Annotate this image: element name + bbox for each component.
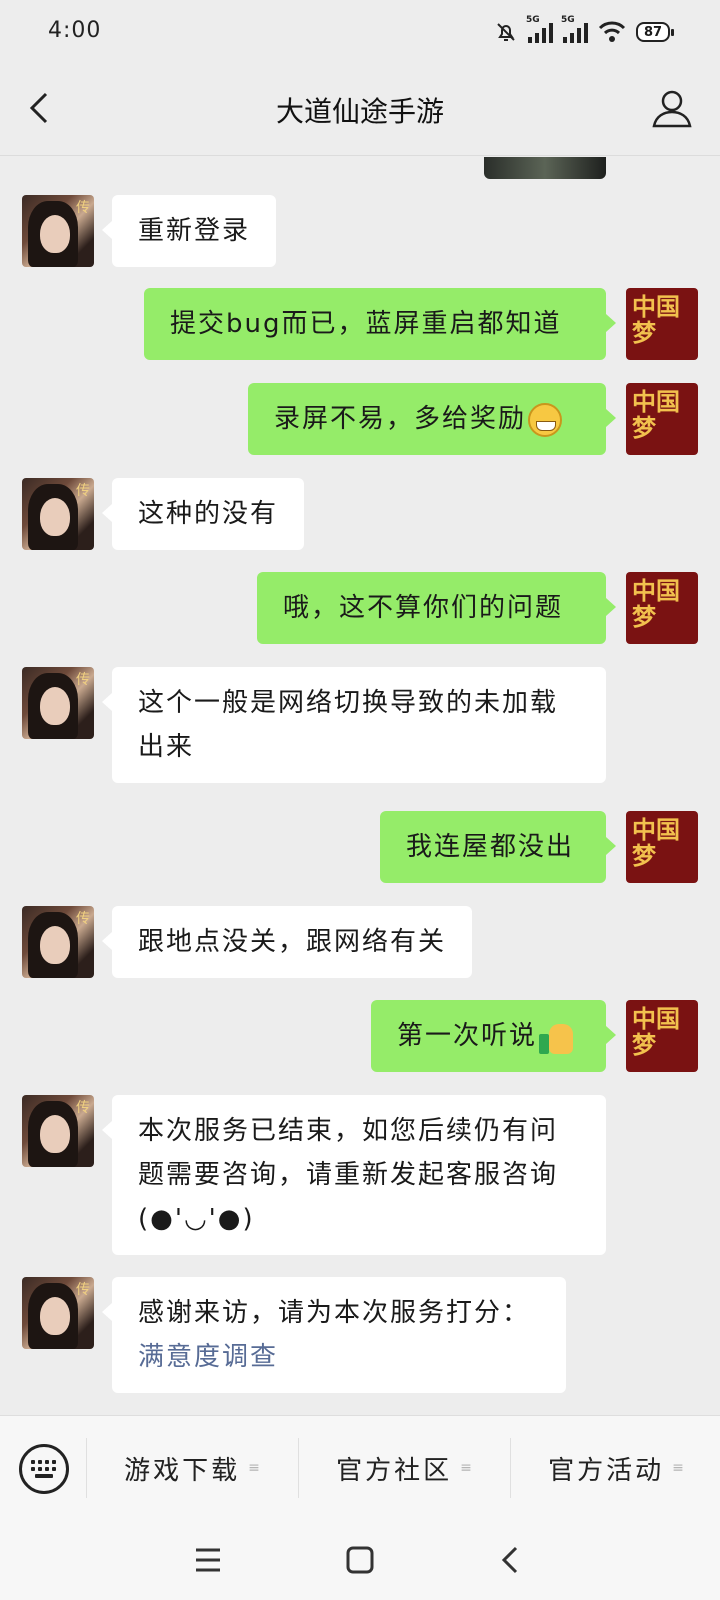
message-bubble[interactable]: 哦，这不算你们的问题 <box>257 572 616 644</box>
message-bubble[interactable]: 跟地点没关，跟网络有关 <box>101 906 473 978</box>
recent-apps-icon[interactable] <box>188 1542 228 1578</box>
agent-avatar[interactable]: 传 <box>22 478 94 550</box>
menu-item-label: 游戏下载 <box>124 1455 241 1486</box>
message-bubble[interactable]: 重新登录 <box>101 195 277 267</box>
message-text: 哦，这不算你们的问题 <box>283 593 564 623</box>
menu-divider <box>510 1438 511 1498</box>
user-avatar[interactable]: 中国梦 <box>626 383 698 455</box>
message-text: 本次服务已结束，如您后续仍有问 <box>138 1116 559 1146</box>
menu-item-label: 官方社区 <box>336 1455 453 1486</box>
message-text: 这种的没有 <box>138 499 279 529</box>
message-bubble[interactable]: 本次服务已结束，如您后续仍有问 题需要咨询，请重新发起客服咨询 (●'◡'●) <box>102 1095 606 1255</box>
message-bubble[interactable]: 提交bug而已，蓝屏重启都知道 <box>144 288 616 360</box>
message-bubble[interactable]: 这个一般是网络切换导致的未加载 出来 <box>102 667 606 783</box>
menu-divider <box>298 1438 299 1498</box>
chat-list[interactable]: 传 重新登录 提交bug而已，蓝屏重启都知道 中国梦 录屏不易，多给奖励 中国梦… <box>0 157 720 1415</box>
home-icon[interactable] <box>340 1542 380 1578</box>
message-text: 第一次听说 <box>397 1021 538 1051</box>
agent-avatar[interactable]: 传 <box>22 195 94 267</box>
grin-emoji <box>528 402 563 437</box>
message-text: 录屏不易，多给奖励 <box>274 404 527 434</box>
agent-avatar[interactable]: 传 <box>22 1095 94 1167</box>
message-bubble[interactable]: 这种的没有 <box>101 478 305 550</box>
message-text: 这个一般是网络切换导致的未加载 <box>138 688 559 718</box>
message-text: 出来 <box>138 732 195 762</box>
menu-item-marker-icon: ≡ <box>460 1460 472 1476</box>
signal-icon-2: 5G <box>561 15 588 43</box>
user-avatar[interactable]: 中国梦 <box>626 1000 698 1072</box>
message-text: 感谢来访，请为本次服务打分： <box>138 1298 531 1328</box>
status-icons: 5G 5G 87 <box>494 15 674 46</box>
survey-link[interactable]: 满意度调查 <box>138 1335 540 1379</box>
message-bubble[interactable]: 我连屋都没出 <box>380 811 616 883</box>
message-text: 我连屋都没出 <box>406 832 575 862</box>
agent-avatar[interactable]: 传 <box>22 906 94 978</box>
menu-bar: 游戏下载 ≡ 官方社区 ≡ 官方活动 ≡ <box>0 1415 720 1520</box>
menu-item-game-download[interactable]: 游戏下载 ≡ <box>88 1438 296 1498</box>
keyboard-icon[interactable] <box>19 1444 69 1494</box>
menu-item-activities[interactable]: 官方活动 ≡ <box>512 1438 720 1498</box>
message-bubble[interactable]: 感谢来访，请为本次服务打分： 满意度调查 <box>102 1277 566 1393</box>
message-text: 题需要咨询，请重新发起客服咨询 <box>138 1160 559 1190</box>
user-avatar[interactable]: 中国梦 <box>626 811 698 883</box>
message-bubble[interactable]: 第一次听说 <box>371 1000 616 1072</box>
user-avatar[interactable]: 中国梦 <box>626 572 698 644</box>
mute-bell-icon <box>497 23 515 41</box>
menu-item-community[interactable]: 官方社区 ≡ <box>300 1438 508 1498</box>
thumbs-up-emoji <box>539 1020 575 1054</box>
message-text: (●'◡'●) <box>138 1204 255 1234</box>
status-time: 4:00 <box>48 18 102 43</box>
signal-icon: 5G <box>526 15 553 43</box>
message-text: 重新登录 <box>138 216 251 246</box>
status-bar: 4:00 5G 5G 87 <box>0 0 720 64</box>
message-text: 提交bug而已，蓝屏重启都知道 <box>170 309 562 339</box>
menu-item-marker-icon: ≡ <box>248 1460 260 1476</box>
agent-avatar[interactable]: 传 <box>22 667 94 739</box>
menu-divider <box>86 1438 87 1498</box>
menu-item-marker-icon: ≡ <box>672 1460 684 1476</box>
back-nav-icon[interactable] <box>492 1542 532 1578</box>
image-message-thumbnail[interactable] <box>484 157 606 179</box>
wifi-icon <box>598 21 626 42</box>
agent-avatar[interactable]: 传 <box>22 1277 94 1349</box>
profile-icon[interactable] <box>650 86 694 130</box>
message-bubble[interactable]: 录屏不易，多给奖励 <box>248 383 616 455</box>
message-text: 跟地点没关，跟网络有关 <box>138 927 447 957</box>
page-title: 大道仙途手游 <box>275 95 444 128</box>
title-bar: 大道仙途手游 <box>0 64 720 156</box>
system-nav-bar <box>0 1520 720 1600</box>
battery-icon: 87 <box>636 22 674 42</box>
user-avatar[interactable]: 中国梦 <box>626 288 698 360</box>
menu-item-label: 官方活动 <box>548 1455 665 1486</box>
